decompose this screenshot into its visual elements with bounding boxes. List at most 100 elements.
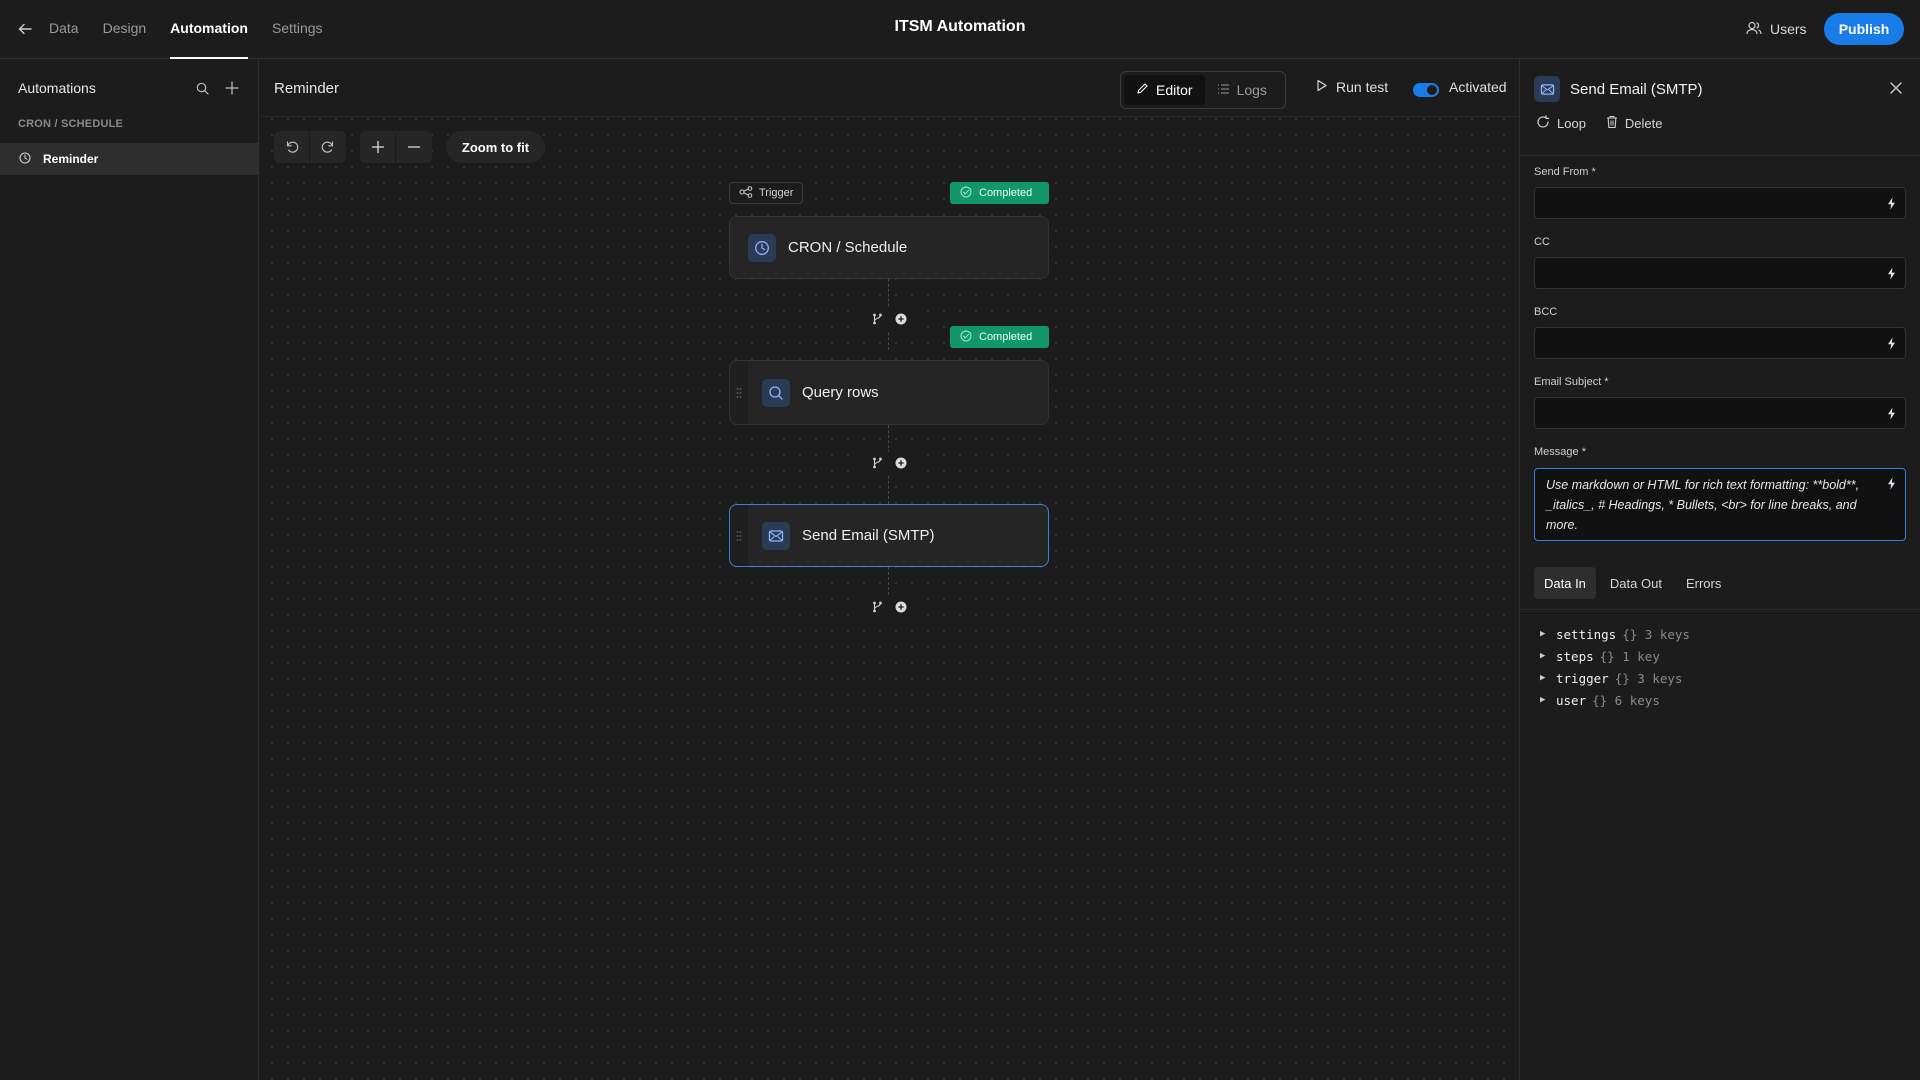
caret-right-icon[interactable]: ▶ [1540,629,1550,639]
add-step-icon[interactable] [895,600,907,616]
mail-icon [762,521,790,550]
status-badge: Completed [950,182,1049,204]
binding-bolt-icon[interactable] [1884,405,1898,421]
add-icon[interactable] [222,78,242,98]
publish-button[interactable]: Publish [1824,13,1904,45]
tree-meta: {} 1 key [1599,648,1660,664]
email-subject-label: Email Subject * [1534,376,1609,388]
node-send-email[interactable]: Send Email (SMTP) [729,504,1049,567]
check-circle-icon [960,186,972,201]
node-cron-schedule[interactable]: CRON / Schedule [729,216,1049,279]
connector-line [888,567,889,595]
sidebar-section-heading: CRON / SCHEDULE [18,118,124,130]
users-button[interactable]: Users [1746,18,1807,40]
undo-icon[interactable] [274,131,310,163]
tree-meta: {} 3 keys [1622,626,1690,642]
zoom-in-icon[interactable] [360,131,396,163]
trigger-tag-label: Trigger [759,187,794,199]
close-icon[interactable] [1887,79,1905,97]
branch-icon[interactable] [872,312,883,328]
binding-bolt-icon[interactable] [1884,475,1898,491]
run-test-button[interactable]: Run test [1316,79,1388,95]
add-step-icon[interactable] [895,312,907,328]
trash-icon [1606,115,1618,132]
node-query-rows[interactable]: Query rows [729,360,1049,425]
automation-canvas[interactable]: Reminder Editor Logs Run test Activated [260,59,1519,1080]
zoom-controls [360,131,432,163]
add-step-icon[interactable] [895,456,907,472]
delete-button[interactable]: Delete [1606,115,1663,132]
redo-icon[interactable] [310,131,346,163]
binding-bolt-icon[interactable] [1884,335,1898,351]
status-label: Completed [979,187,1033,199]
top-bar: Data Design Automation Settings ITSM Aut… [0,0,1920,59]
logs-tab[interactable]: Logs [1205,75,1279,105]
run-test-label: Run test [1336,79,1389,95]
tree-row[interactable]: ▶ user {} 6 keys [1540,689,1690,711]
tree-row[interactable]: ▶ steps {} 1 key [1540,645,1690,667]
caret-right-icon[interactable]: ▶ [1540,695,1550,705]
logs-label: Logs [1236,82,1267,98]
automations-sidebar: Automations CRON / SCHEDULE Reminder [0,59,259,1080]
editor-label: Editor [1156,82,1193,98]
search-icon[interactable] [192,78,212,98]
message-label: Message * [1534,446,1586,458]
tab-data-in[interactable]: Data In [1534,567,1596,599]
status-label: Completed [979,331,1033,343]
loop-label: Loop [1557,116,1586,131]
node-label: Send Email (SMTP) [802,527,935,544]
tree-row[interactable]: ▶ trigger {} 3 keys [1540,667,1690,689]
automation-name: Reminder [274,80,340,97]
nav-tab-settings[interactable]: Settings [272,0,323,59]
tree-key: user [1556,692,1587,708]
bcc-input[interactable] [1534,327,1906,359]
cc-input[interactable] [1534,257,1906,289]
branch-icon[interactable] [872,456,883,472]
nav-tab-design[interactable]: Design [103,0,147,59]
binding-bolt-icon[interactable] [1884,265,1898,281]
tree-key: steps [1556,648,1594,664]
divider [1520,609,1920,610]
loop-button[interactable]: Loop [1536,115,1586,132]
tab-errors[interactable]: Errors [1676,567,1731,599]
loop-icon [1536,115,1550,132]
activated-toggle[interactable] [1413,83,1439,97]
message-input[interactable]: Use markdown or HTML for rich text forma… [1534,468,1906,541]
users-label: Users [1770,21,1807,37]
cc-label: CC [1534,236,1550,248]
zoom-to-fit-button[interactable]: Zoom to fit [446,131,545,163]
check-circle-icon [960,330,972,345]
drag-handle-icon[interactable] [730,361,748,424]
drag-handle-icon[interactable] [730,505,748,566]
sidebar-item-reminder[interactable]: Reminder [0,143,258,175]
zoom-out-icon[interactable] [396,131,432,163]
email-subject-input[interactable] [1534,397,1906,429]
node-label: Query rows [802,384,879,401]
sidebar-item-label: Reminder [43,152,99,166]
canvas-header: Reminder Editor Logs Run test Activated [260,59,1519,117]
back-arrow-icon[interactable] [15,19,35,39]
tab-data-out[interactable]: Data Out [1600,567,1672,599]
caret-right-icon[interactable]: ▶ [1540,673,1550,683]
binding-bolt-icon[interactable] [1884,195,1898,211]
data-tree: ▶ settings {} 3 keys ▶ steps {} 1 key ▶ … [1540,623,1690,711]
divider [1520,155,1920,156]
activated-label: Activated [1449,79,1507,95]
tree-meta: {} 6 keys [1592,692,1660,708]
nav-tab-automation[interactable]: Automation [170,0,248,59]
nav-tab-data[interactable]: Data [49,0,79,59]
panel-title: Send Email (SMTP) [1570,80,1703,98]
send-from-label: Send From * [1534,166,1596,178]
pencil-icon [1136,82,1149,98]
panel-header: Send Email (SMTP) [1534,76,1703,102]
step-adder [861,596,917,620]
tree-row[interactable]: ▶ settings {} 3 keys [1540,623,1690,645]
caret-right-icon[interactable]: ▶ [1540,651,1550,661]
mode-switch: Editor Logs [1120,71,1286,109]
branch-icon [739,185,753,201]
delete-label: Delete [1624,116,1663,131]
editor-tab[interactable]: Editor [1124,75,1205,105]
step-adder [861,308,917,332]
branch-icon[interactable] [872,600,883,616]
send-from-input[interactable] [1534,187,1906,219]
